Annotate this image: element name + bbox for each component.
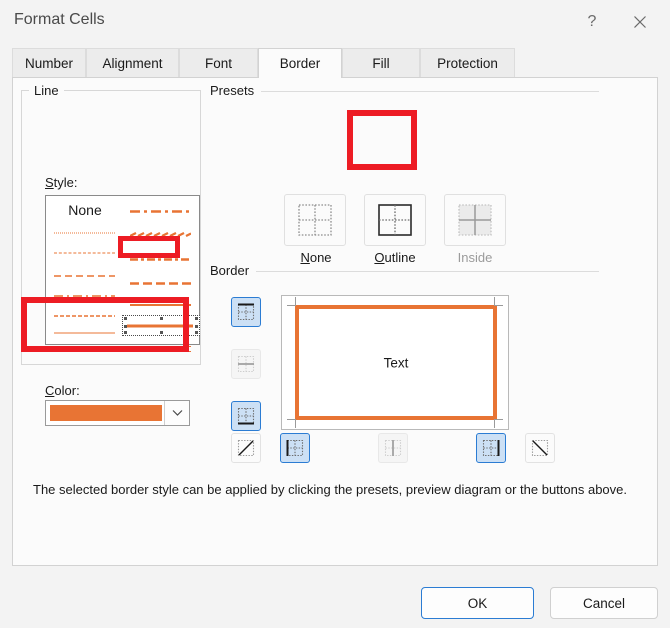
- preview-border-rect: Text: [295, 305, 497, 420]
- border-diagonal-down-button[interactable]: [525, 433, 555, 463]
- border-inside-horizontal-icon: [237, 355, 255, 373]
- help-text: The selected border style can be applied…: [33, 482, 628, 497]
- title-bar: Format Cells ?: [0, 0, 670, 44]
- tab-number[interactable]: Number: [12, 48, 86, 78]
- tab-strip: Number Alignment Font Border Fill Protec…: [12, 48, 658, 78]
- tick-top-right-v: [494, 297, 495, 306]
- border-top-icon: [237, 303, 255, 321]
- preset-inside-button[interactable]: [444, 194, 506, 246]
- line-preview: [130, 346, 191, 352]
- border-inside-horizontal-button[interactable]: [231, 349, 261, 379]
- style-option-dash-dot-dot[interactable]: [48, 303, 122, 323]
- line-group-title: Line: [29, 83, 64, 98]
- style-option-thin-solid[interactable]: [48, 323, 122, 343]
- border-divider: [256, 271, 599, 272]
- line-preview: [130, 250, 191, 265]
- ok-button[interactable]: OK: [421, 587, 534, 619]
- tick-top-left-v: [295, 297, 296, 306]
- tab-protection[interactable]: Protection: [420, 48, 515, 78]
- preset-none-icon: [298, 204, 332, 236]
- border-bottom-icon: [237, 407, 255, 425]
- close-button[interactable]: [620, 6, 660, 38]
- border-right-button[interactable]: [476, 433, 506, 463]
- preset-outline-button[interactable]: [364, 194, 426, 246]
- border-left-icon: [286, 439, 304, 457]
- preset-none-label: None: [300, 250, 332, 265]
- style-option-thick-solid[interactable]: [122, 315, 200, 336]
- style-option-medium-solid[interactable]: [124, 295, 198, 315]
- style-label-rest: tyle:: [53, 175, 78, 190]
- line-preview: [54, 232, 115, 234]
- close-icon: [634, 16, 646, 28]
- color-dropdown-button[interactable]: [164, 401, 189, 425]
- tab-border[interactable]: Border: [258, 48, 342, 78]
- line-preview: [54, 286, 115, 301]
- border-preview[interactable]: Text: [281, 295, 509, 430]
- preset-none-button[interactable]: [284, 194, 346, 246]
- style-option-dash-dot[interactable]: [48, 283, 122, 303]
- tab-fill[interactable]: Fill: [342, 48, 420, 78]
- line-preview: [127, 324, 193, 327]
- border-top-button[interactable]: [231, 297, 261, 327]
- style-option-slant-dash[interactable]: [124, 223, 198, 243]
- border-diagonal-up-button[interactable]: [231, 433, 261, 463]
- preset-none-label-rest: one: [309, 250, 332, 265]
- tick-bottom-left-v: [295, 419, 296, 428]
- style-option-dotted[interactable]: [48, 243, 122, 263]
- line-preview: [54, 306, 115, 321]
- line-preview: [54, 266, 115, 281]
- tick-top-right-h: [494, 305, 503, 306]
- style-option-fine-dotted[interactable]: [48, 223, 122, 243]
- help-button[interactable]: ?: [572, 6, 612, 38]
- tab-font[interactable]: Font: [179, 48, 258, 78]
- line-preview: [130, 202, 191, 217]
- page-title: Format Cells: [14, 11, 105, 28]
- line-preview: [130, 304, 191, 306]
- style-option-dashed[interactable]: [48, 263, 122, 283]
- style-label: Style:: [45, 175, 78, 190]
- color-label-rest: olor:: [54, 383, 80, 398]
- preset-inside-icon: [458, 204, 492, 236]
- border-tab-panel: Line Style: None Color: Presets None Out…: [12, 78, 658, 566]
- tab-alignment[interactable]: Alignment: [86, 48, 179, 78]
- color-label: Color:: [45, 383, 80, 398]
- border-inside-vertical-icon: [384, 439, 402, 457]
- border-diagonal-up-icon: [237, 439, 255, 457]
- color-swatch: [50, 405, 162, 421]
- preset-outline-label: Outline: [374, 250, 416, 265]
- preview-text: Text: [383, 355, 409, 370]
- line-preview: [54, 332, 115, 334]
- style-option-none[interactable]: None: [48, 199, 122, 221]
- tick-bottom-right-v: [494, 419, 495, 428]
- border-diagonal-down-icon: [531, 439, 549, 457]
- line-style-list[interactable]: None: [45, 195, 200, 352]
- preset-inside-label: Inside: [457, 250, 493, 265]
- cancel-button[interactable]: Cancel: [550, 587, 658, 619]
- style-option-dash-dot-medium[interactable]: [124, 247, 198, 267]
- preset-outline-icon: [378, 204, 412, 236]
- style-option-long-dash[interactable]: [124, 271, 198, 291]
- line-preview: [54, 252, 115, 254]
- format-cells-dialog: Format Cells ? Number Alignment Font Bor…: [0, 0, 670, 628]
- border-right-icon: [482, 439, 500, 457]
- line-preview: [129, 226, 192, 241]
- chevron-down-icon: [172, 410, 182, 416]
- presets-group-title: Presets: [205, 83, 260, 98]
- line-preview: [130, 274, 191, 289]
- border-bottom-button[interactable]: [231, 401, 261, 431]
- border-group-title: Border: [205, 263, 255, 278]
- border-inside-vertical-button[interactable]: [378, 433, 408, 463]
- preset-outline-label-rest: utline: [384, 250, 416, 265]
- style-option-double[interactable]: [124, 339, 198, 359]
- color-picker[interactable]: [45, 400, 190, 426]
- border-left-button[interactable]: [280, 433, 310, 463]
- style-option-dash-dot-long[interactable]: [124, 199, 198, 219]
- presets-divider: [261, 91, 599, 92]
- tick-bottom-right-h: [494, 419, 503, 420]
